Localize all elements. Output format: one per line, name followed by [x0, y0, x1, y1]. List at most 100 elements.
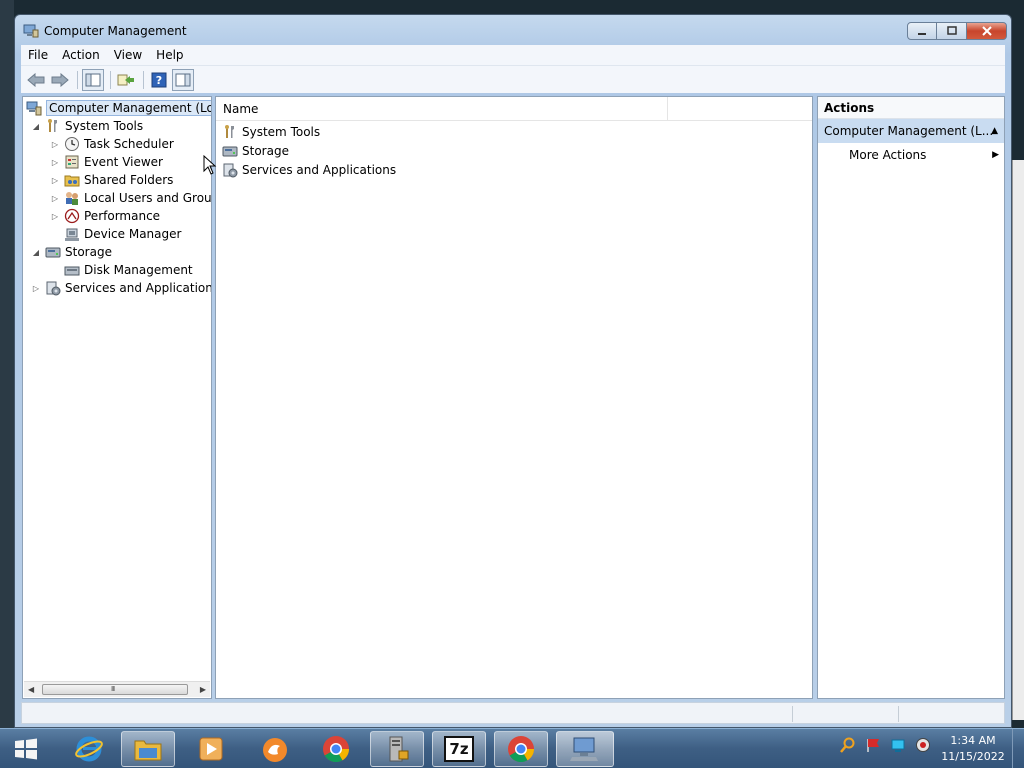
taskbar-computer-management[interactable]	[556, 731, 614, 767]
scroll-left-icon[interactable]: ◀	[28, 685, 34, 694]
disk-management-icon	[64, 266, 80, 276]
expand-icon[interactable]: ▷	[50, 211, 60, 221]
users-icon	[66, 192, 78, 205]
console-tree-pane[interactable]: Computer Management (Local ◢ System Tool…	[22, 96, 212, 699]
clock-date: 11/15/2022	[941, 750, 1005, 763]
action-center-flag-icon[interactable]	[865, 737, 881, 753]
taskbar-server-manager[interactable]	[370, 731, 424, 767]
tree-label: Local Users and Groups	[84, 191, 212, 205]
chrome-icon	[508, 736, 535, 763]
results-pane[interactable]: Name System Tools Storage Services and A…	[215, 96, 813, 699]
expand-icon[interactable]: ▷	[50, 157, 60, 167]
chrome-icon	[323, 736, 350, 763]
tree-horizontal-scrollbar[interactable]: ◀ III ▶	[24, 681, 210, 697]
show-hide-console-tree-button[interactable]	[82, 68, 104, 91]
tree-item-local-users-and-groups[interactable]: ▷ Local Users and Groups	[50, 189, 212, 207]
menu-file[interactable]: File	[21, 45, 55, 65]
start-button[interactable]	[6, 733, 46, 765]
title-bar[interactable]: Computer Management	[15, 15, 1011, 47]
menu-help[interactable]: Help	[149, 45, 190, 65]
export-list-button[interactable]	[115, 69, 137, 91]
export-list-icon	[117, 74, 134, 85]
forward-arrow-icon	[51, 72, 69, 87]
toolbar-separator	[77, 70, 78, 89]
collapse-icon[interactable]: ◢	[31, 121, 41, 131]
expand-icon[interactable]: ▷	[50, 193, 60, 203]
menu-action[interactable]: Action	[55, 45, 107, 65]
tree-item-event-viewer[interactable]: ▷ Event Viewer	[50, 153, 163, 171]
expand-icon[interactable]: ▷	[31, 283, 41, 293]
maximize-icon	[946, 26, 957, 35]
storage-icon	[222, 146, 238, 156]
expand-icon[interactable]: ▷	[50, 175, 60, 185]
taskbar-internet-explorer[interactable]	[62, 731, 116, 767]
taskbar-chrome[interactable]	[309, 731, 363, 767]
desktop-background	[0, 0, 14, 728]
system-tools-icon	[225, 124, 234, 138]
collapse-up-icon[interactable]: ▲	[991, 119, 998, 143]
taskbar-clock[interactable]: 1:34 AM 11/15/2022	[936, 733, 1010, 765]
tree-label: Task Scheduler	[84, 137, 174, 151]
list-item-storage[interactable]: Storage	[222, 141, 289, 160]
more-actions-label: More Actions	[849, 148, 927, 162]
mouse-cursor-icon	[203, 155, 217, 175]
volume-icon[interactable]	[915, 737, 931, 753]
tree-item-services-and-applications[interactable]: ▷ Services and Applications	[31, 279, 212, 297]
tree-item-storage[interactable]: ◢ Storage	[31, 243, 112, 261]
window-title: Computer Management	[44, 24, 187, 38]
maximize-button[interactable]	[937, 22, 967, 40]
list-header: Name	[216, 97, 812, 121]
tree-label: Disk Management	[84, 263, 193, 277]
list-item-system-tools[interactable]: System Tools	[222, 122, 320, 141]
status-bar	[21, 702, 1005, 724]
taskbar: 7z 1:34 AM 11/15/2022	[0, 728, 1024, 768]
system-tools-icon	[48, 119, 57, 132]
taskbar-chrome-2[interactable]	[494, 731, 548, 767]
scroll-thumb[interactable]: III	[42, 684, 188, 695]
tree-label: Device Manager	[84, 227, 182, 241]
task-scheduler-icon	[65, 137, 79, 151]
tree-label: Shared Folders	[84, 173, 174, 187]
list-item-services-and-applications[interactable]: Services and Applications	[222, 160, 396, 179]
column-header-empty[interactable]	[668, 97, 812, 121]
network-icon[interactable]	[890, 737, 906, 753]
tree-label: Services and Applications	[65, 281, 212, 295]
tree-item-task-scheduler[interactable]: ▷ Task Scheduler	[50, 135, 174, 153]
search-icon[interactable]	[840, 737, 856, 753]
scroll-right-icon[interactable]: ▶	[200, 685, 206, 694]
list-item-label: System Tools	[242, 124, 321, 139]
tree-item-performance[interactable]: ▷ Performance	[50, 207, 160, 225]
actions-section-computer-management[interactable]: Computer Management (L... ▲	[818, 119, 1004, 143]
tree-item-device-manager[interactable]: Device Manager	[64, 225, 181, 243]
more-actions-item[interactable]: More Actions ▶	[849, 145, 1001, 165]
background-window-edge	[1012, 160, 1024, 720]
status-separator	[792, 706, 793, 722]
collapse-icon[interactable]: ◢	[31, 247, 41, 257]
tree-item-shared-folders[interactable]: ▷ Shared Folders	[50, 171, 173, 189]
minimize-button[interactable]	[907, 22, 937, 40]
expand-icon[interactable]: ▷	[50, 139, 60, 149]
taskbar-media-player[interactable]	[184, 731, 238, 767]
list-item-label: Services and Applications	[242, 162, 397, 177]
seven-zip-icon: 7z	[444, 736, 474, 762]
show-hide-action-pane-button[interactable]	[172, 68, 194, 91]
tree-label: Event Viewer	[84, 155, 163, 169]
tree-item-disk-management[interactable]: Disk Management	[64, 261, 193, 279]
menu-view[interactable]: View	[107, 45, 149, 65]
back-button[interactable]	[25, 69, 47, 91]
windows-logo-icon	[15, 738, 37, 760]
close-icon	[981, 26, 992, 36]
tree-item-system-tools[interactable]: ◢ System Tools	[31, 117, 143, 135]
action-pane-icon	[175, 73, 191, 86]
console-tree-icon	[85, 73, 101, 86]
taskbar-7zip[interactable]: 7z	[432, 731, 486, 767]
help-button[interactable]: ?	[148, 69, 170, 91]
tree-item-computer-management[interactable]: Computer Management (Local	[26, 99, 211, 117]
help-icon: ?	[151, 72, 167, 87]
close-button[interactable]	[967, 22, 1007, 40]
show-desktop-button[interactable]	[1012, 729, 1024, 768]
taskbar-file-explorer[interactable]	[121, 731, 175, 767]
forward-button[interactable]	[49, 69, 71, 91]
taskbar-uc-browser[interactable]	[248, 731, 302, 767]
column-header-name[interactable]: Name	[216, 97, 668, 121]
